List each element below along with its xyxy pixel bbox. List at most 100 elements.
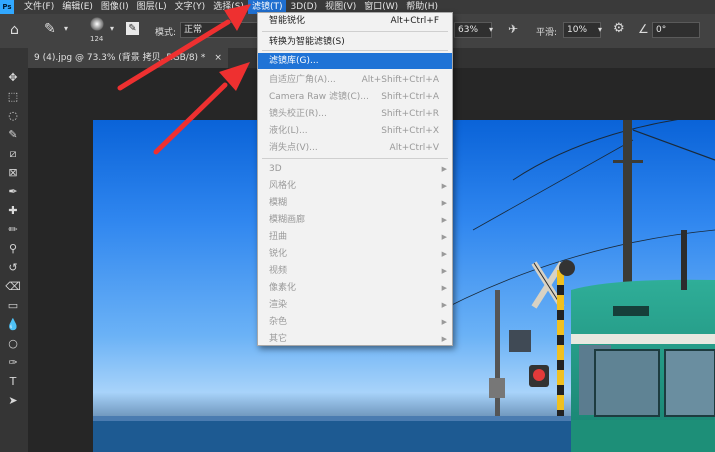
gear-icon[interactable]: ⚙ bbox=[613, 21, 625, 36]
smoothing-label: 平滑: bbox=[536, 28, 558, 38]
submenu-arrow-icon: ▶ bbox=[441, 318, 447, 326]
filter-menu-item[interactable]: 锐化 ▶ bbox=[258, 246, 452, 262]
path-select-tool-icon[interactable]: ➤ bbox=[5, 393, 21, 409]
menu-item-shortcut: Alt+Ctrl+F bbox=[390, 16, 439, 26]
tools-panel: ✥ ⬚ ◌ ✎ ⧄ ⊠ ✒ ✚ ✏ ⚲ ↺ ⌫ ▭ 💧 ○ ✑ T ➤ bbox=[0, 48, 29, 452]
dodge-tool-icon[interactable]: ○ bbox=[5, 336, 21, 352]
frame-tool-icon[interactable]: ⊠ bbox=[5, 165, 21, 181]
healing-brush-tool-icon[interactable]: ✚ bbox=[5, 203, 21, 219]
menu-separator bbox=[262, 31, 448, 32]
menu-item[interactable]: 选择(S) bbox=[209, 0, 248, 14]
filter-menu-item[interactable]: 智能锐化 Alt+Ctrl+F bbox=[258, 13, 452, 29]
submenu-arrow-icon: ▶ bbox=[441, 284, 447, 292]
clone-stamp-tool-icon[interactable]: ⚲ bbox=[5, 241, 21, 257]
filter-menu-item[interactable]: 风格化 ▶ bbox=[258, 178, 452, 194]
pen-tool-icon[interactable]: ✑ bbox=[5, 355, 21, 371]
eyedropper-tool-icon[interactable]: ✒ bbox=[5, 184, 21, 200]
menu-separator bbox=[262, 158, 448, 159]
menu-item-shortcut: Shift+Ctrl+X bbox=[381, 126, 439, 136]
mode-label: 模式: bbox=[155, 28, 177, 38]
menu-item-label: 镜头校正(R)... bbox=[269, 109, 327, 119]
menu-item-shortcut: Shift+Ctrl+R bbox=[381, 109, 439, 119]
dropdown-chevron-icon[interactable]: ▾ bbox=[110, 24, 114, 33]
dropdown-chevron-icon[interactable]: ▾ bbox=[598, 25, 602, 34]
menu-item-label: 滤镜库(G)... bbox=[269, 56, 319, 66]
brush-preset-icon[interactable]: ✎ bbox=[44, 21, 56, 37]
menu-item-label: 自适应广角(A)... bbox=[269, 75, 336, 85]
filter-menu-item[interactable]: 转换为智能滤镜(S) bbox=[258, 34, 452, 50]
filter-menu-item[interactable]: 像素化 ▶ bbox=[258, 280, 452, 296]
submenu-arrow-icon: ▶ bbox=[441, 199, 447, 207]
brush-tip-icon[interactable] bbox=[90, 17, 104, 31]
menu-item-shortcut: Alt+Shift+Ctrl+A bbox=[361, 75, 439, 85]
home-icon[interactable]: ⌂ bbox=[10, 22, 19, 38]
eraser-tool-icon[interactable]: ⌫ bbox=[5, 279, 21, 295]
filter-menu-item[interactable]: 扭曲 ▶ bbox=[258, 229, 452, 245]
quick-select-tool-icon[interactable]: ✎ bbox=[5, 127, 21, 143]
crop-tool-icon[interactable]: ⧄ bbox=[5, 146, 21, 162]
marquee-tool-icon[interactable]: ⬚ bbox=[5, 89, 21, 105]
menu-item-label: 扭曲 bbox=[269, 232, 288, 242]
dropdown-chevron-icon[interactable]: ▾ bbox=[489, 25, 493, 34]
menu-item[interactable]: 文字(Y) bbox=[171, 0, 210, 14]
flow-input[interactable]: 63% bbox=[454, 22, 492, 38]
filter-menu-item[interactable]: 视频 ▶ bbox=[258, 263, 452, 279]
type-tool-icon[interactable]: T bbox=[5, 374, 21, 390]
menu-item-label: 锐化 bbox=[269, 249, 288, 259]
brush-settings-icon[interactable]: ✎ bbox=[126, 22, 139, 35]
filter-menu-item[interactable]: 杂色 ▶ bbox=[258, 314, 452, 330]
lasso-tool-icon[interactable]: ◌ bbox=[5, 108, 21, 124]
mode-select[interactable]: 正常 bbox=[180, 22, 258, 38]
filter-menu-item[interactable]: 其它 ▶ bbox=[258, 331, 452, 347]
gradient-tool-icon[interactable]: ▭ bbox=[5, 298, 21, 314]
menu-item-label: 其它 bbox=[269, 334, 288, 344]
submenu-arrow-icon: ▶ bbox=[441, 216, 447, 224]
menu-item-label: 杂色 bbox=[269, 317, 288, 327]
menu-item-label: 3D bbox=[269, 164, 282, 174]
dropdown-chevron-icon[interactable]: ▾ bbox=[64, 24, 68, 33]
submenu-arrow-icon: ▶ bbox=[441, 165, 447, 173]
filter-menu-dropdown: 智能锐化 Alt+Ctrl+F 转换为智能滤镜(S) 滤镜库(G)... 自适应广角(A… bbox=[257, 12, 453, 346]
menu-item-label: 液化(L)... bbox=[269, 126, 308, 136]
filter-menu-item[interactable]: 渲染 ▶ bbox=[258, 297, 452, 313]
filter-menu-item[interactable]: Camera Raw 滤镜(C)... Shift+Ctrl+A bbox=[258, 89, 452, 105]
airbrush-icon[interactable]: ✈ bbox=[508, 22, 518, 36]
submenu-arrow-icon: ▶ bbox=[441, 301, 447, 309]
menu-item-label: 像素化 bbox=[269, 283, 297, 293]
submenu-arrow-icon: ▶ bbox=[441, 233, 447, 241]
angle-input[interactable]: 0° bbox=[652, 22, 700, 38]
filter-menu-item[interactable]: 自适应广角(A)... Alt+Shift+Ctrl+A bbox=[258, 72, 452, 88]
menu-item-label: 视频 bbox=[269, 266, 288, 276]
menu-item-label: 风格化 bbox=[269, 181, 297, 191]
menu-item-label: 模糊画廊 bbox=[269, 215, 306, 225]
menu-item[interactable]: 图层(L) bbox=[133, 0, 171, 14]
menu-item[interactable]: 图像(I) bbox=[97, 0, 133, 14]
menu-item-shortcut: Shift+Ctrl+A bbox=[381, 92, 439, 102]
move-tool-icon[interactable]: ✥ bbox=[5, 70, 21, 86]
filter-menu-item[interactable]: 模糊画廊 ▶ bbox=[258, 212, 452, 228]
menu-item-label: 渲染 bbox=[269, 300, 288, 310]
menu-item-label: 智能锐化 bbox=[269, 16, 306, 26]
filter-menu-item[interactable]: 3D ▶ bbox=[258, 161, 452, 177]
submenu-arrow-icon: ▶ bbox=[441, 335, 447, 343]
menu-item-label: 消失点(V)... bbox=[269, 143, 318, 153]
brush-size-value: 124 bbox=[90, 35, 104, 43]
menu-item-shortcut: Alt+Ctrl+V bbox=[389, 143, 439, 153]
menu-item[interactable]: 文件(F) bbox=[20, 0, 58, 14]
smoothing-input[interactable]: 10% bbox=[563, 22, 601, 38]
blur-tool-icon[interactable]: 💧 bbox=[5, 317, 21, 333]
menu-item[interactable]: 编辑(E) bbox=[58, 0, 97, 14]
filter-menu-item[interactable]: 镜头校正(R)... Shift+Ctrl+R bbox=[258, 106, 452, 122]
filter-menu-item[interactable]: 模糊 ▶ bbox=[258, 195, 452, 211]
brush-tool-icon[interactable]: ✏ bbox=[5, 222, 21, 238]
history-brush-tool-icon[interactable]: ↺ bbox=[5, 260, 21, 276]
close-icon[interactable]: × bbox=[214, 53, 222, 63]
photoshop-logo: Ps bbox=[0, 0, 14, 14]
submenu-arrow-icon: ▶ bbox=[441, 267, 447, 275]
document-tab[interactable]: 9 (4).jpg @ 73.3% (背景 拷贝, RGB/8) * × bbox=[28, 48, 228, 68]
filter-menu-item[interactable]: 滤镜库(G)... bbox=[258, 53, 452, 69]
menu-item-label: Camera Raw 滤镜(C)... bbox=[269, 92, 369, 102]
submenu-arrow-icon: ▶ bbox=[441, 250, 447, 258]
filter-menu-item[interactable]: 液化(L)... Shift+Ctrl+X bbox=[258, 123, 452, 139]
filter-menu-item[interactable]: 消失点(V)... Alt+Ctrl+V bbox=[258, 140, 452, 156]
